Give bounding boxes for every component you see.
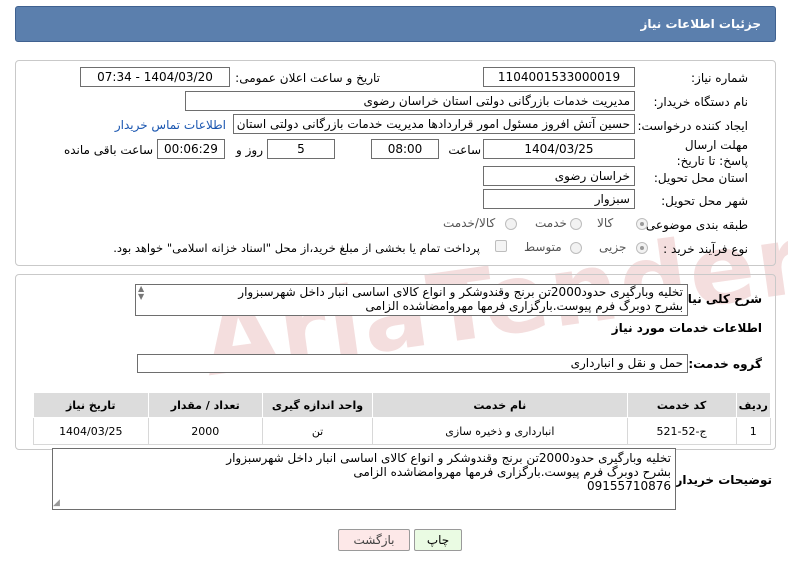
announce-datetime-field: 1404/03/20 - 07:34 bbox=[80, 67, 230, 87]
category-option-goods-service: کالا/خدمت bbox=[443, 216, 496, 230]
buyer-notes-line-1: تخلیه وبارگیری حدود2000تن برنج وقندوشکر … bbox=[226, 451, 671, 465]
remaining-time-label: ساعت باقی مانده bbox=[63, 143, 153, 157]
days-remaining-field: 5 bbox=[267, 139, 335, 159]
province-label: استان محل تحویل: bbox=[653, 171, 748, 185]
process-type-label: نوع فرآیند خرید : bbox=[663, 242, 748, 256]
page-title: جزئیات اطلاعات نیاز bbox=[640, 17, 761, 31]
announce-datetime-label: تاریخ و ساعت اعلان عمومی: bbox=[235, 71, 380, 85]
col-quantity: تعداد / مقدار bbox=[147, 392, 264, 418]
buyer-notes-line-3: 09155710876 bbox=[587, 479, 671, 493]
row-service-name: انبارداری و ذخیره سازی bbox=[372, 417, 628, 445]
summary-label: شرح کلی نیاز: bbox=[676, 292, 762, 306]
remaining-time-field: 00:06:29 bbox=[157, 139, 225, 159]
col-row-number: ردیف bbox=[735, 392, 772, 418]
table-header-row: ردیف کد خدمت نام خدمت واحد اندازه گیری ت… bbox=[33, 392, 772, 418]
service-group-field: حمل و نقل و انبارداری bbox=[137, 354, 688, 373]
col-service-code: کد خدمت bbox=[626, 392, 737, 418]
treasury-payment-checkbox[interactable] bbox=[495, 240, 507, 252]
need-number-field: 1104001533000019 bbox=[483, 67, 635, 87]
province-field: خراسان رضوی bbox=[483, 166, 635, 186]
process-radio-medium[interactable] bbox=[570, 242, 582, 254]
process-option-medium: متوسط bbox=[524, 240, 562, 254]
buyer-notes-line-2: بشرح دوبرگ فرم پیوست.بارگزاری فرمها مهرو… bbox=[353, 465, 671, 479]
service-group-label: گروه خدمت: bbox=[688, 357, 762, 371]
summary-textarea[interactable]: تخلیه وبارگیری حدود2000تن برنج وقندوشکر … bbox=[135, 284, 688, 316]
deadline-date-field: 1404/03/25 bbox=[483, 139, 635, 159]
page-header: جزئیات اطلاعات نیاز bbox=[15, 6, 776, 42]
days-label: روز و bbox=[236, 143, 263, 157]
category-option-goods: کالا bbox=[597, 216, 614, 230]
category-label: طبقه بندی موضوعی: bbox=[641, 218, 748, 232]
col-service-name: نام خدمت bbox=[372, 392, 628, 418]
buyer-org-label: نام دستگاه خریدار: bbox=[653, 95, 749, 109]
row-index: 1 bbox=[735, 417, 772, 445]
buyer-notes-textarea[interactable]: تخلیه وبارگیری حدود2000تن برنج وقندوشکر … bbox=[52, 448, 676, 510]
buyer-org-field: مدیریت خدمات بازرگانی دولتی استان خراسان… bbox=[185, 91, 635, 111]
row-need-date: 1404/03/25 bbox=[33, 417, 149, 445]
row-quantity: 2000 bbox=[147, 417, 264, 445]
services-table: ردیف کد خدمت نام خدمت واحد اندازه گیری ت… bbox=[33, 392, 772, 445]
row-service-code: ج-52-521 bbox=[626, 417, 737, 445]
services-title: اطلاعات خدمات مورد نیاز bbox=[611, 321, 762, 335]
table-row[interactable]: 1 ج-52-521 انبارداری و ذخیره سازی تن 200… bbox=[33, 417, 772, 445]
city-field: سبزوار bbox=[483, 189, 635, 209]
deadline-time-label: ساعت bbox=[448, 143, 481, 157]
category-radio-service[interactable] bbox=[570, 218, 582, 230]
deadline-label: مهلت ارسال پاسخ: تا تاریخ: bbox=[676, 138, 748, 168]
process-radio-minor[interactable] bbox=[636, 242, 648, 254]
category-radio-goods-service[interactable] bbox=[505, 218, 517, 230]
scroll-arrows-icon[interactable]: ▲ ▼ bbox=[138, 285, 144, 301]
row-unit: تن bbox=[262, 417, 374, 445]
summary-line-2: بشرح دوبرگ فرم پیوست.بارگزاری فرمها مهرو… bbox=[365, 299, 683, 313]
category-option-service: خدمت bbox=[535, 216, 567, 230]
back-button[interactable]: بازگشت bbox=[338, 529, 410, 551]
need-number-label: شماره نیاز: bbox=[691, 71, 748, 85]
buyer-notes-label: توضیحات خریدار: bbox=[670, 473, 772, 487]
col-unit: واحد اندازه گیری bbox=[262, 392, 374, 418]
summary-line-1: تخلیه وبارگیری حدود2000تن برنج وقندوشکر … bbox=[238, 285, 683, 299]
col-need-date: تاریخ نیاز bbox=[33, 392, 149, 418]
treasury-payment-note: پرداخت تمام یا بخشی از مبلغ خرید،از محل … bbox=[113, 241, 480, 255]
process-option-minor: جزیی bbox=[599, 240, 627, 254]
requester-field: حسین آتش افروز مسئول امور قراردادها مدیر… bbox=[233, 114, 635, 134]
print-button[interactable]: چاپ bbox=[414, 529, 462, 551]
buyer-contact-link[interactable]: اطلاعات تماس خریدار bbox=[115, 118, 226, 132]
deadline-time-field: 08:00 bbox=[371, 139, 439, 159]
resize-handle-icon[interactable]: ◢ bbox=[53, 498, 60, 508]
requester-label: ایجاد کننده درخواست: bbox=[637, 119, 748, 133]
category-radio-goods[interactable] bbox=[636, 218, 648, 230]
city-label: شهر محل تحویل: bbox=[661, 194, 748, 208]
